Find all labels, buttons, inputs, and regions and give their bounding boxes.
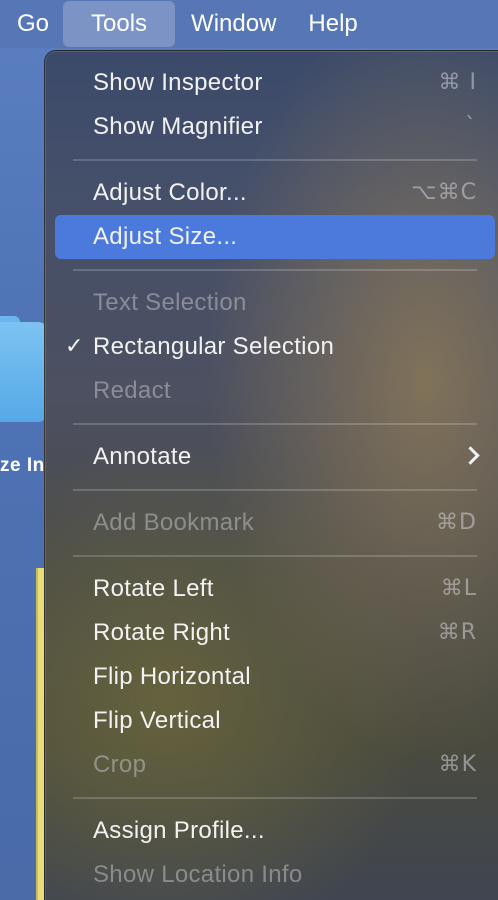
shortcut-label: ⌘R bbox=[437, 620, 477, 645]
menu-item-label: Rectangular Selection bbox=[93, 333, 335, 360]
menubar-help[interactable]: Help bbox=[292, 1, 373, 47]
menu-item-label: Annotate bbox=[93, 443, 192, 470]
menu-separator bbox=[73, 555, 477, 557]
shortcut-label: ⌘L bbox=[440, 576, 477, 601]
menu-item-crop: Crop ⌘K bbox=[55, 743, 495, 787]
shortcut-label: ⌘ I bbox=[438, 70, 477, 95]
folder-icon[interactable] bbox=[0, 322, 48, 422]
menu-item-label: Show Inspector bbox=[93, 69, 263, 96]
menu-item-label: Show Magnifier bbox=[93, 113, 263, 140]
menubar-tools[interactable]: Tools bbox=[63, 1, 176, 47]
menu-item-flip-vertical[interactable]: Flip Vertical bbox=[55, 699, 495, 743]
menu-item-label: Show Location Info bbox=[93, 861, 303, 888]
chevron-right-icon bbox=[461, 446, 480, 465]
menu-item-label: Assign Profile... bbox=[93, 817, 265, 844]
shortcut-label: ⌘D bbox=[436, 510, 477, 535]
menu-bar: Go Tools Window Help bbox=[0, 0, 498, 48]
menu-item-label: Rotate Right bbox=[93, 619, 231, 646]
menu-separator bbox=[73, 423, 477, 425]
menu-item-show-magnifier[interactable]: Show Magnifier ` bbox=[55, 105, 495, 149]
menu-item-label: Redact bbox=[93, 377, 171, 404]
menu-item-adjust-color[interactable]: Adjust Color... ⌥⌘C bbox=[55, 171, 495, 215]
menu-item-label: Adjust Size... bbox=[93, 223, 238, 250]
tools-menu: Show Inspector ⌘ I Show Magnifier ` Adju… bbox=[44, 50, 498, 900]
menu-item-add-bookmark: Add Bookmark ⌘D bbox=[55, 501, 495, 545]
desktop-item-label[interactable]: ze In bbox=[0, 455, 45, 477]
menu-item-show-location-info: Show Location Info bbox=[55, 853, 495, 897]
menu-item-rotate-left[interactable]: Rotate Left ⌘L bbox=[55, 567, 495, 611]
menu-item-rotate-right[interactable]: Rotate Right ⌘R bbox=[55, 611, 495, 655]
checkmark-icon: ✓ bbox=[65, 334, 84, 359]
menu-item-label: Flip Vertical bbox=[93, 707, 221, 734]
menu-item-label: Add Bookmark bbox=[93, 509, 255, 536]
menu-item-rectangular-selection[interactable]: ✓ Rectangular Selection bbox=[55, 325, 495, 369]
menu-separator bbox=[73, 269, 477, 271]
shortcut-label: ` bbox=[465, 114, 477, 139]
menu-item-show-inspector[interactable]: Show Inspector ⌘ I bbox=[55, 61, 495, 105]
shortcut-label: ⌥⌘C bbox=[411, 180, 477, 205]
menu-item-label: Crop bbox=[93, 751, 147, 778]
menu-item-annotate[interactable]: Annotate bbox=[55, 435, 495, 479]
menubar-window[interactable]: Window bbox=[175, 1, 292, 47]
menu-item-label: Flip Horizontal bbox=[93, 663, 251, 690]
menu-item-text-selection: Text Selection bbox=[55, 281, 495, 325]
menu-item-label: Adjust Color... bbox=[93, 179, 247, 206]
menu-separator bbox=[73, 159, 477, 161]
menu-item-redact: Redact bbox=[55, 369, 495, 413]
shortcut-label: ⌘K bbox=[438, 752, 477, 777]
menu-item-adjust-size[interactable]: Adjust Size... bbox=[55, 215, 495, 259]
menu-item-label: Text Selection bbox=[93, 289, 247, 316]
menu-separator bbox=[73, 797, 477, 799]
menu-item-assign-profile[interactable]: Assign Profile... bbox=[55, 809, 495, 853]
menubar-go[interactable]: Go bbox=[0, 1, 63, 47]
menu-item-label: Rotate Left bbox=[93, 575, 214, 602]
menu-item-flip-horizontal[interactable]: Flip Horizontal bbox=[55, 655, 495, 699]
menu-separator bbox=[73, 489, 477, 491]
